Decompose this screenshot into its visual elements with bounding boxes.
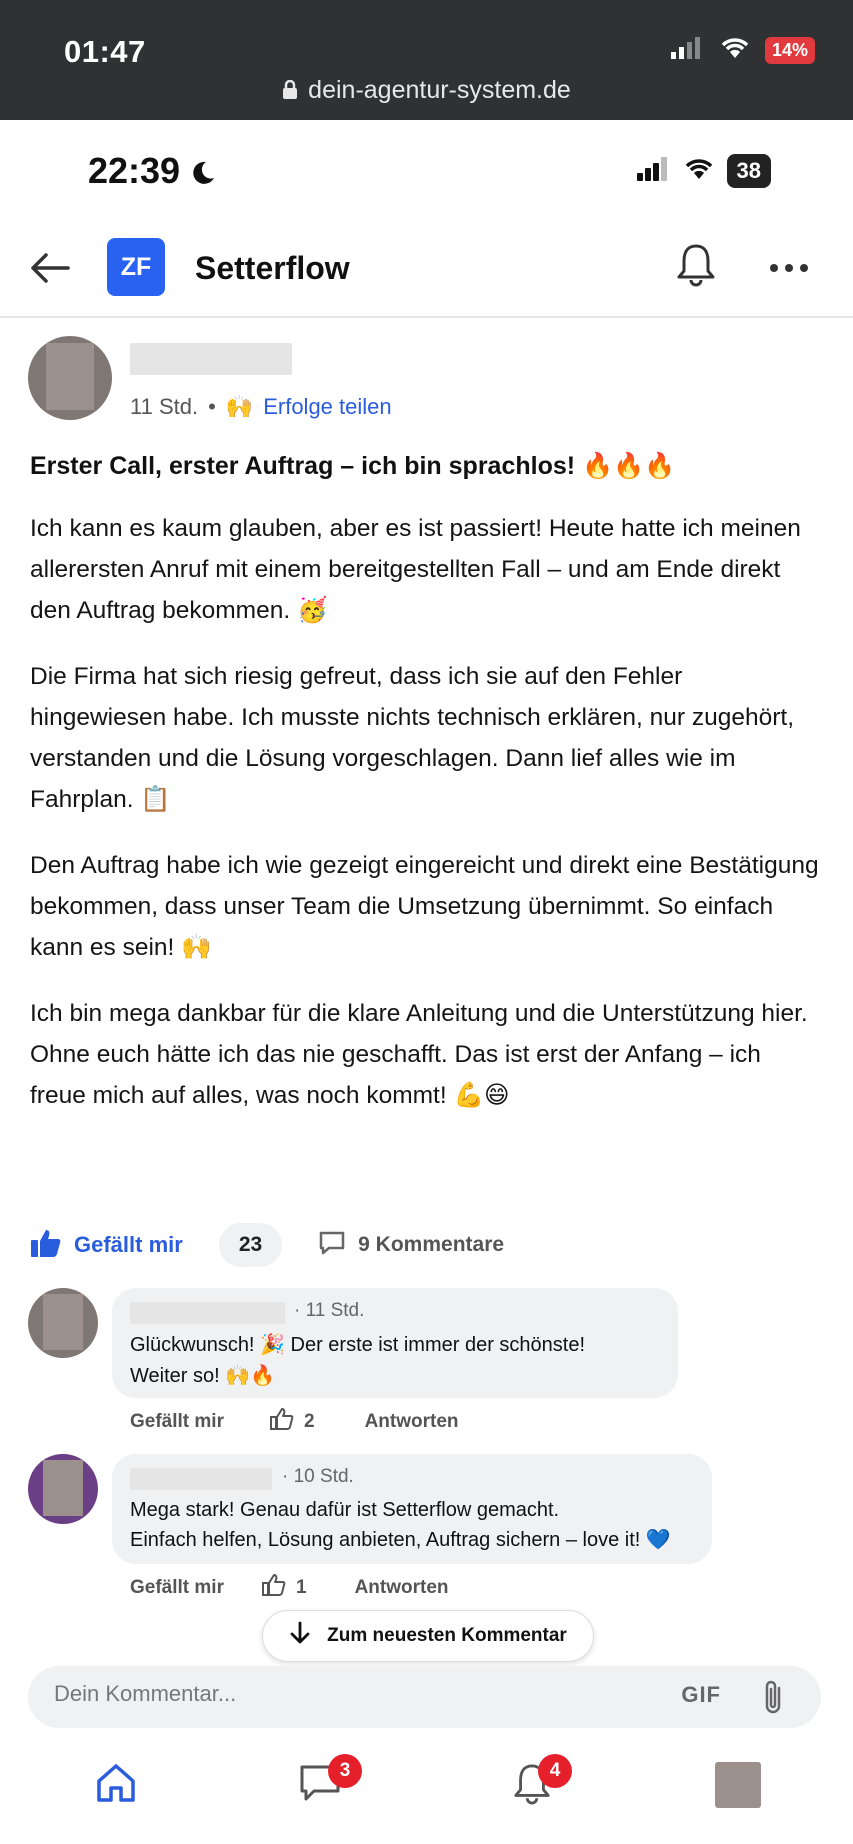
comment-like-button[interactable]: Gefällt mir bbox=[130, 1411, 224, 1433]
more-options-icon[interactable] bbox=[769, 260, 809, 278]
phone-status-bar: 22:39 38 bbox=[0, 120, 853, 220]
chat-bubble-icon bbox=[298, 1765, 342, 1808]
wifi-icon bbox=[683, 156, 715, 187]
messages-badge: 3 bbox=[328, 1754, 362, 1788]
arrow-down-icon bbox=[289, 1621, 311, 1651]
meta-separator: • bbox=[208, 394, 216, 419]
profile-avatar[interactable] bbox=[715, 1762, 761, 1808]
comments-count-link[interactable]: 9 Kommentare bbox=[358, 1233, 504, 1257]
comment-author-avatar[interactable] bbox=[28, 1288, 98, 1358]
comment-bubble-icon[interactable] bbox=[318, 1230, 346, 1261]
post-actions: Gefällt mir 23 9 Kommentare bbox=[30, 1222, 820, 1268]
comment-author-name-redacted bbox=[130, 1468, 272, 1490]
post-author-avatar[interactable] bbox=[28, 336, 112, 420]
comment-input[interactable] bbox=[54, 1681, 614, 1707]
jump-to-newest-comment-button[interactable]: Zum neuesten Kommentar bbox=[262, 1610, 594, 1662]
browser-status-bar: 01:47 14% dein-agentur-system.de bbox=[0, 0, 853, 120]
comment-composer: GIF bbox=[28, 1666, 821, 1728]
inner-clock: 22:39 bbox=[88, 150, 216, 192]
comment-text-line: Mega stark! Genau dafür ist Setterflow g… bbox=[130, 1499, 560, 1521]
comment-actions: Gefällt mir 1 Antworten bbox=[130, 1573, 449, 1603]
battery-indicator: 14% bbox=[764, 37, 815, 64]
comment-like-count: 2 bbox=[303, 1411, 315, 1432]
bottom-navigation: 3 4 bbox=[0, 1740, 853, 1844]
jump-to-newest-label: Zum neuesten Kommentar bbox=[327, 1625, 567, 1646]
community-logo[interactable]: ZF bbox=[107, 238, 165, 296]
gif-button[interactable]: GIF bbox=[681, 1682, 721, 1708]
bell-icon bbox=[512, 1764, 552, 1810]
comment-reply-button[interactable]: Antworten bbox=[355, 1577, 449, 1599]
wifi-icon bbox=[719, 36, 751, 65]
post-body: Ich kann es kaum glauben, aber es ist pa… bbox=[30, 508, 820, 1141]
lock-icon bbox=[282, 78, 298, 107]
signal-icon bbox=[635, 156, 671, 187]
notifications-badge: 4 bbox=[538, 1754, 572, 1788]
post-meta: 11 Std. • 🙌 Erfolge teilen bbox=[130, 394, 392, 420]
community-title: Setterflow bbox=[195, 250, 350, 286]
inner-status-icons: 38 bbox=[635, 154, 771, 188]
post-category-link[interactable]: Erfolge teilen bbox=[263, 394, 391, 420]
url-bar[interactable]: dein-agentur-system.de bbox=[0, 76, 853, 107]
thumbs-up-icon[interactable] bbox=[30, 1228, 62, 1263]
messages-nav-item[interactable]: 3 bbox=[298, 1754, 362, 1809]
paperclip-icon[interactable] bbox=[761, 1678, 785, 1721]
comment-author-name-redacted bbox=[130, 1302, 285, 1324]
post-time: 11 Std. bbox=[130, 394, 199, 419]
comment-text-line: Weiter so! 🙌🔥 bbox=[130, 1365, 276, 1387]
app-header: ZF Setterflow bbox=[0, 220, 853, 318]
comment-author-avatar[interactable] bbox=[28, 1454, 98, 1524]
battery-indicator: 38 bbox=[726, 154, 771, 188]
post-paragraph: Ich kann es kaum glauben, aber es ist pa… bbox=[30, 515, 801, 624]
comment-like-button[interactable]: Gefällt mir bbox=[130, 1577, 224, 1599]
comment-like-count: 1 bbox=[295, 1577, 307, 1598]
signal-icon bbox=[669, 36, 705, 65]
thumbs-up-outline-icon[interactable] bbox=[261, 1573, 286, 1603]
post-like-count[interactable]: 23 bbox=[218, 1223, 283, 1267]
post-like-button[interactable]: Gefällt mir bbox=[74, 1232, 183, 1258]
comment-time: · 10 Std. bbox=[282, 1466, 354, 1487]
post-paragraph: Ich bin mega dankbar für die klare Anlei… bbox=[30, 1000, 808, 1109]
comment-time: · 11 Std. bbox=[294, 1300, 365, 1321]
post-title: Erster Call, erster Auftrag – ich bin sp… bbox=[30, 452, 676, 480]
comment-actions: Gefällt mir 2 Antworten bbox=[130, 1407, 459, 1437]
post-paragraph: Die Firma hat sich riesig gefreut, dass … bbox=[30, 663, 795, 813]
url-text: dein-agentur-system.de bbox=[308, 76, 571, 104]
moon-icon bbox=[190, 150, 216, 191]
comment-reply-button[interactable]: Antworten bbox=[365, 1411, 459, 1433]
category-emoji: 🙌 bbox=[225, 394, 254, 419]
bell-icon[interactable] bbox=[675, 242, 717, 293]
notifications-nav-item[interactable]: 4 bbox=[512, 1754, 572, 1811]
back-arrow-icon[interactable] bbox=[28, 246, 72, 295]
home-icon[interactable] bbox=[94, 1762, 138, 1809]
comment-text-line: Glückwunsch! 🎉 Der erste ist immer der s… bbox=[130, 1334, 586, 1356]
inner-clock-text: 22:39 bbox=[88, 150, 181, 191]
outer-status-icons: 14% bbox=[669, 36, 815, 65]
outer-clock: 01:47 bbox=[64, 34, 146, 69]
thumbs-up-outline-icon[interactable] bbox=[269, 1407, 294, 1437]
post-author-name-redacted bbox=[130, 343, 292, 375]
post-paragraph: Den Auftrag habe ich wie gezeigt eingere… bbox=[30, 852, 819, 961]
comment-text-line: Einfach helfen, Lösung anbieten, Auftrag… bbox=[130, 1529, 671, 1551]
